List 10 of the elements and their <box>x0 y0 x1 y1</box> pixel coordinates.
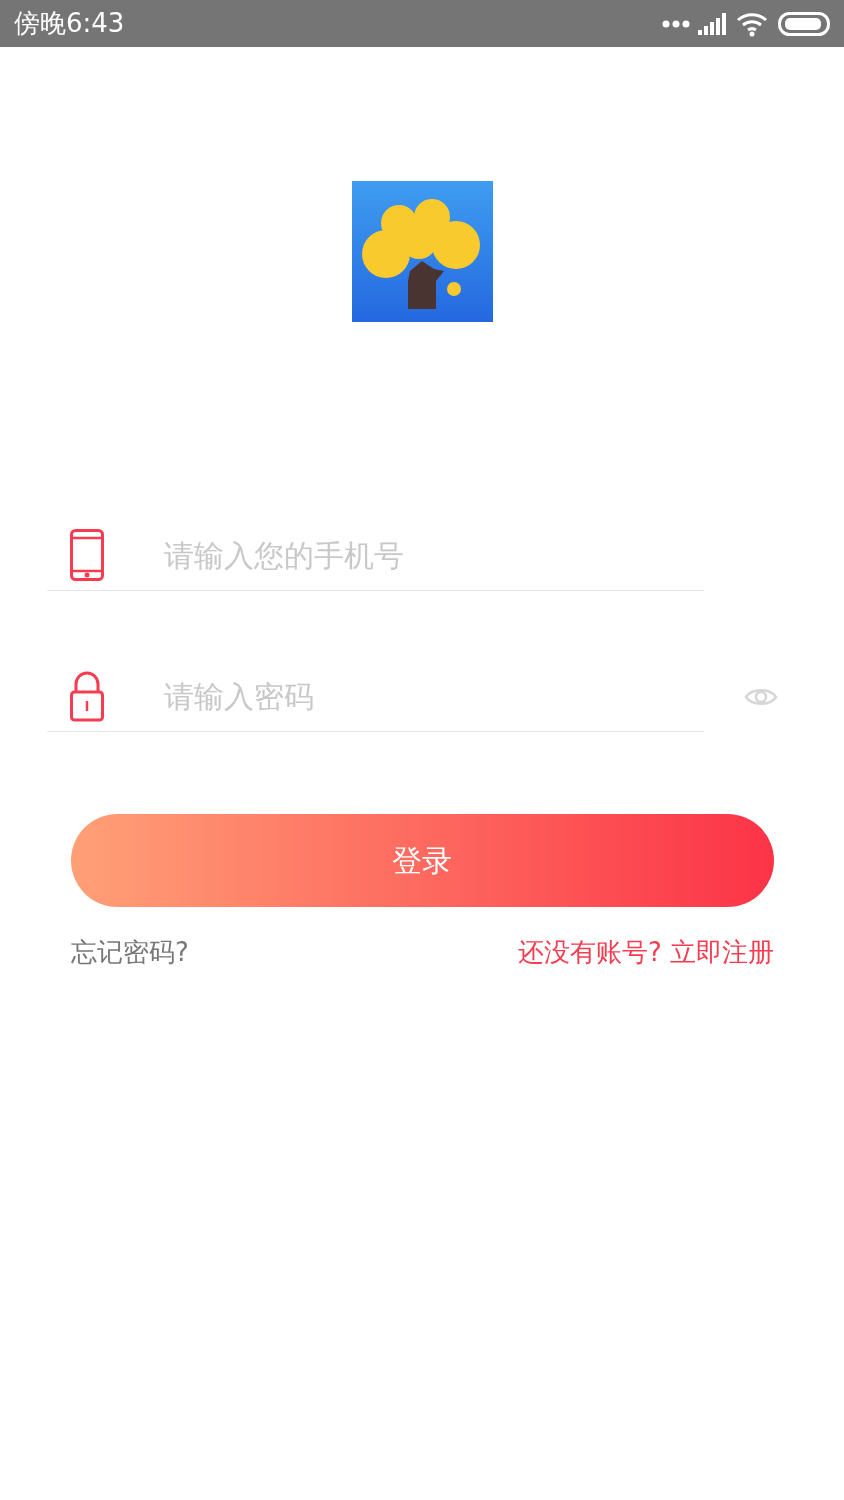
status-time: 傍晚6:43 <box>14 7 125 40</box>
more-icon <box>662 19 690 28</box>
lock-icon <box>70 670 104 722</box>
battery-icon <box>778 11 830 36</box>
signal-icon <box>698 12 728 35</box>
forgot-password-link[interactable]: 忘记密码? <box>71 933 189 972</box>
wifi-icon <box>736 10 770 37</box>
login-button[interactable]: 登录 <box>70 814 774 907</box>
register-link[interactable]: 还没有账号? 立即注册 <box>517 933 774 972</box>
phone-icon <box>70 529 104 581</box>
